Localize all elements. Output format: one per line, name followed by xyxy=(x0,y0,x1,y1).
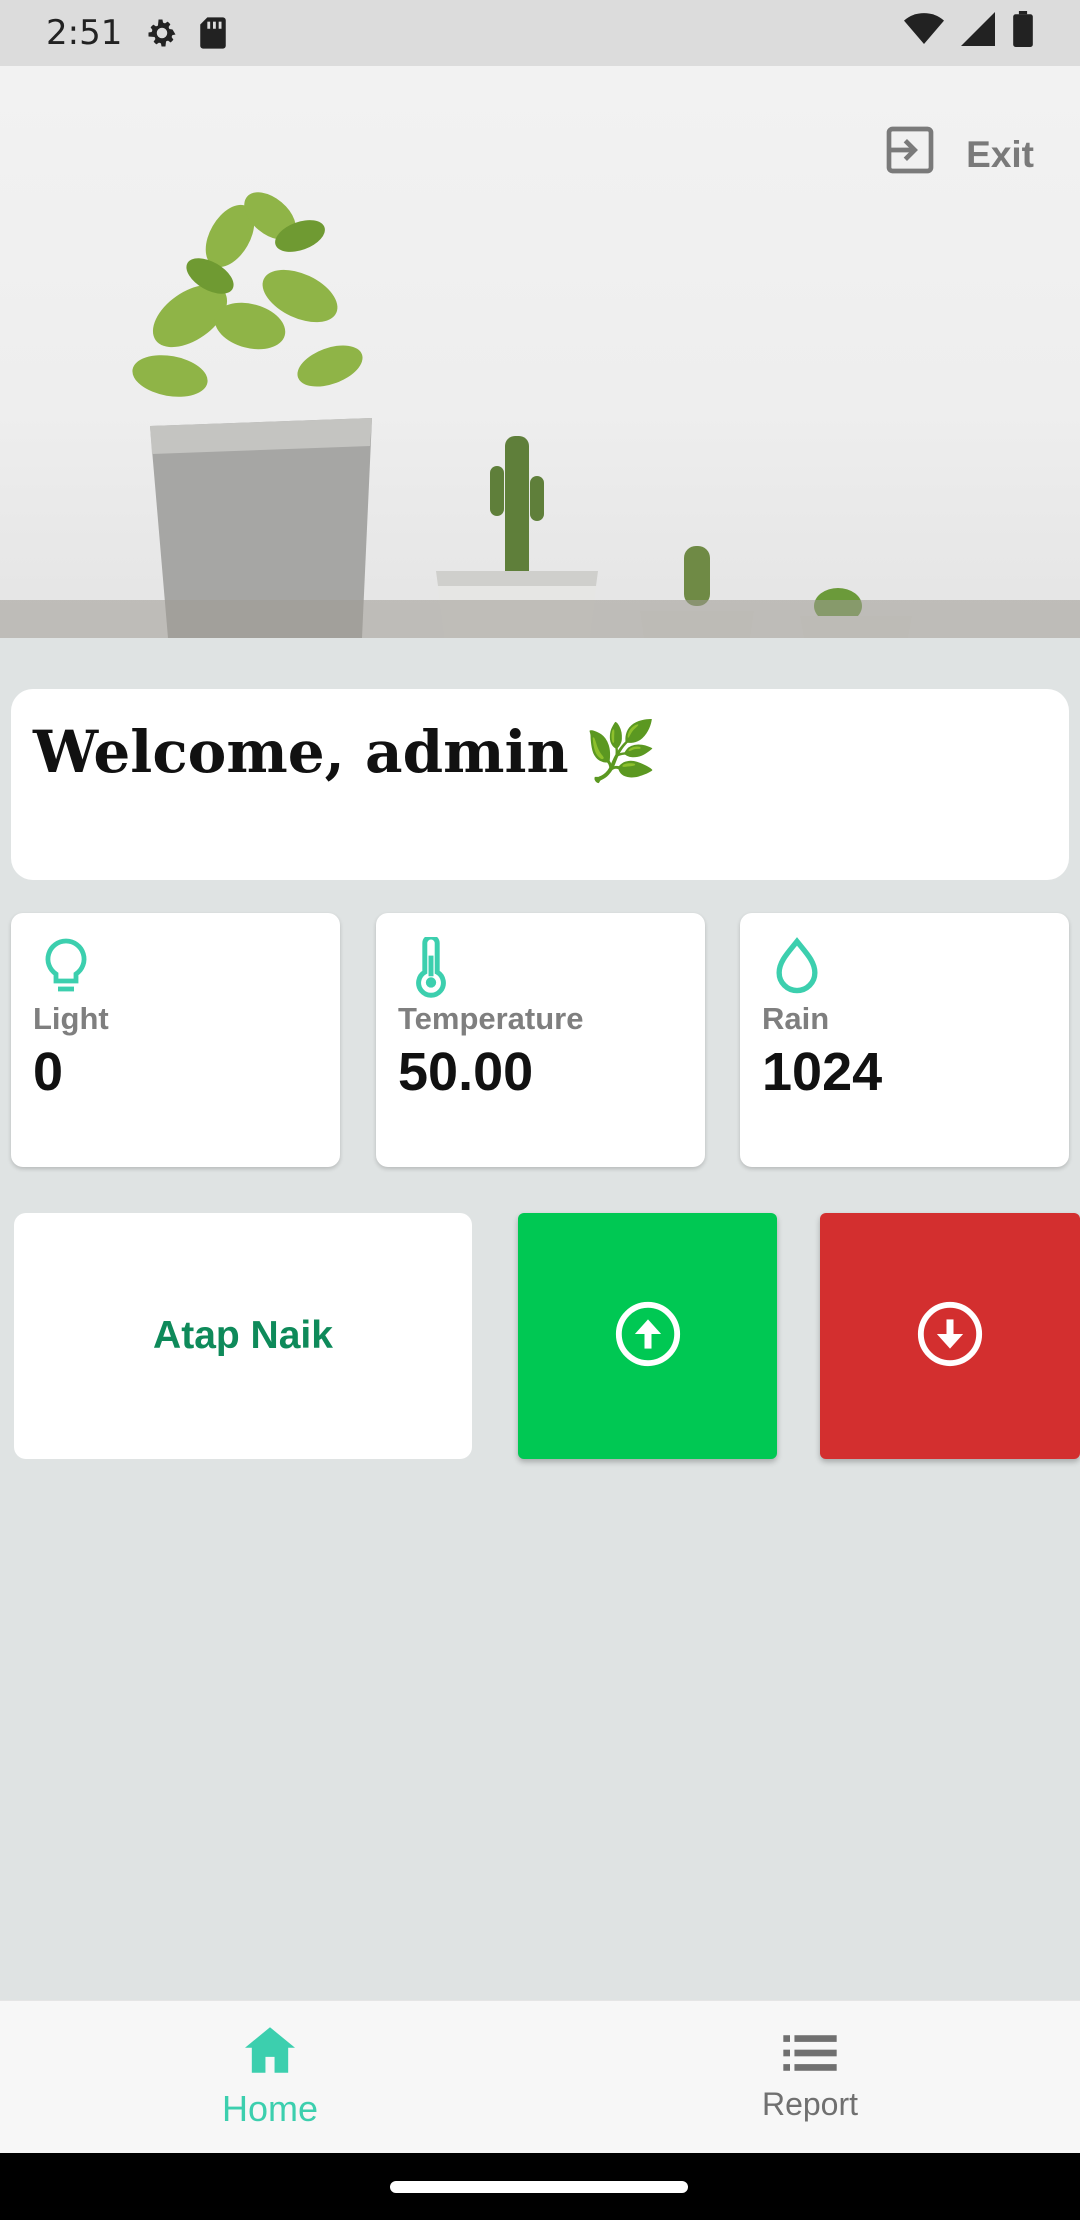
sensor-label: Temperature xyxy=(398,1001,584,1036)
header-plant-photo: Exit xyxy=(0,66,1080,638)
nav-item-home[interactable]: Home xyxy=(0,2001,540,2154)
water-drop-icon xyxy=(770,937,824,1000)
arrow-up-circle-icon xyxy=(613,1299,683,1374)
sensor-value: 1024 xyxy=(762,1042,883,1102)
roof-up-button[interactable] xyxy=(518,1213,777,1459)
status-bar: 2:51 xyxy=(0,0,1080,66)
exit-label: Exit xyxy=(966,133,1034,175)
arrow-down-circle-icon xyxy=(915,1299,985,1374)
nav-item-report[interactable]: Report xyxy=(540,2001,1080,2154)
lightbulb-icon xyxy=(41,937,91,1002)
wifi-icon xyxy=(904,12,944,55)
roof-status-card: Atap Naik xyxy=(14,1213,472,1459)
thermometer-icon xyxy=(406,934,456,1004)
home-gesture-handle[interactable] xyxy=(390,2181,688,2193)
system-gesture-bar xyxy=(0,2153,1080,2220)
sd-card-icon xyxy=(198,16,228,50)
settings-gear-icon xyxy=(144,15,180,51)
battery-icon xyxy=(1012,10,1034,56)
sensor-card-light: Light 0 xyxy=(11,913,340,1167)
nav-label-home: Home xyxy=(221,2088,319,2129)
welcome-card: Welcome, admin 🌿 xyxy=(11,689,1069,880)
welcome-title: Welcome, admin xyxy=(33,717,569,786)
bottom-navigation: Home Report xyxy=(0,2000,1080,2153)
sensor-value: 50.00 xyxy=(398,1042,534,1102)
roof-down-button[interactable] xyxy=(820,1213,1080,1459)
list-icon xyxy=(783,2033,837,2078)
sensor-label: Light xyxy=(33,1001,109,1036)
sensor-card-rain: Rain 1024 xyxy=(740,913,1069,1167)
status-time: 2:51 xyxy=(46,13,123,53)
roof-status-label: Atap Naik xyxy=(153,1314,333,1357)
nav-label-report: Report xyxy=(761,2085,859,2122)
leaf-emoji-icon: 🌿 xyxy=(584,717,657,785)
sensor-label: Rain xyxy=(762,1001,830,1036)
sensor-card-temperature: Temperature 50.00 xyxy=(376,913,705,1167)
sensor-value: 0 xyxy=(33,1042,64,1102)
exit-icon xyxy=(882,122,938,187)
home-icon xyxy=(242,2025,298,2080)
exit-button[interactable]: Exit xyxy=(882,122,1034,187)
signal-icon xyxy=(960,11,996,55)
